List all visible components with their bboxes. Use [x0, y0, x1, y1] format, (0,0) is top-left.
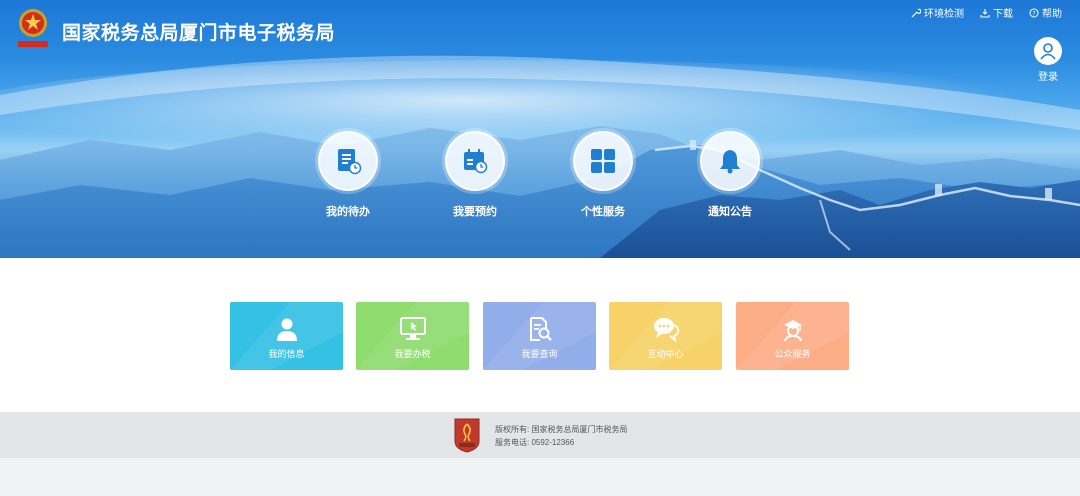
- nav-my-todo-label: 我的待办: [326, 206, 370, 218]
- tile-query[interactable]: 我要查询: [483, 302, 596, 370]
- nav-my-todo[interactable]: 我的待办: [313, 131, 383, 219]
- user-avatar-icon: [1034, 37, 1062, 65]
- help-icon: ?: [1029, 8, 1039, 17]
- calendar-clock-icon: [445, 131, 505, 191]
- help-label: 帮助: [1042, 9, 1062, 20]
- copyright-text: 版权所有: 国家税务总局厦门市税务局: [495, 425, 628, 434]
- nav-notice-label: 通知公告: [708, 206, 752, 218]
- tile-public-service-label: 公众服务: [774, 349, 811, 359]
- environment-check-link[interactable]: 环境检测: [911, 5, 964, 20]
- download-label: 下载: [993, 9, 1013, 20]
- download-link[interactable]: 下载: [980, 5, 1013, 20]
- tile-query-label: 我要查询: [521, 349, 558, 359]
- national-emblem-logo: [18, 9, 48, 47]
- document-search-icon: [483, 316, 596, 342]
- todo-document-icon: [318, 131, 378, 191]
- tile-my-info[interactable]: 我的信息: [230, 302, 343, 370]
- user-icon: [230, 316, 343, 342]
- service-phone-text: 服务电话: 0592-12366: [495, 438, 575, 447]
- footer-text: 版权所有: 国家税务总局厦门市税务局 服务电话: 0592-12366: [495, 423, 627, 449]
- footer: 版权所有: 国家税务总局厦门市税务局 服务电话: 0592-12366: [0, 412, 1080, 458]
- svg-text:?: ?: [1032, 10, 1035, 17]
- bottom-strip: [0, 458, 1080, 496]
- environment-check-label: 环境检测: [924, 9, 964, 20]
- tile-public-service[interactable]: 公众服务: [736, 302, 849, 370]
- wrench-icon: [911, 8, 921, 17]
- login-button[interactable]: 登录: [1031, 37, 1065, 83]
- tile-interaction[interactable]: 互动中心: [609, 302, 722, 370]
- tax-shield-logo: [454, 418, 480, 453]
- download-icon: [980, 8, 990, 18]
- nav-notice[interactable]: 通知公告: [695, 131, 765, 219]
- login-label: 登录: [1038, 72, 1058, 83]
- monitor-cursor-icon: [356, 316, 469, 342]
- help-link[interactable]: ? 帮助: [1029, 5, 1062, 20]
- service-agent-icon: [736, 316, 849, 342]
- tile-my-info-label: 我的信息: [268, 349, 305, 359]
- bell-icon: [700, 131, 760, 191]
- grid-icon: [573, 131, 633, 191]
- nav-appointment[interactable]: 我要预约: [440, 131, 510, 219]
- quick-tiles-section: 我的信息 我要办税 我要查询 互动中心 公众服务: [0, 258, 1080, 412]
- tile-tax-filing[interactable]: 我要办税: [356, 302, 469, 370]
- nav-personal-service[interactable]: 个性服务: [568, 131, 638, 219]
- chat-icon: [609, 316, 722, 342]
- nav-personal-service-label: 个性服务: [581, 206, 625, 218]
- top-links: 环境检测 下载 ? 帮助: [911, 5, 1062, 20]
- tile-tax-filing-label: 我要办税: [394, 349, 431, 359]
- hero-banner: 国家税务总局厦门市电子税务局 环境检测 下载 ? 帮助 登录 我的待办 我要预约: [0, 0, 1080, 258]
- nav-appointment-label: 我要预约: [453, 206, 497, 218]
- site-title: 国家税务总局厦门市电子税务局: [62, 23, 336, 44]
- tile-interaction-label: 互动中心: [647, 349, 684, 359]
